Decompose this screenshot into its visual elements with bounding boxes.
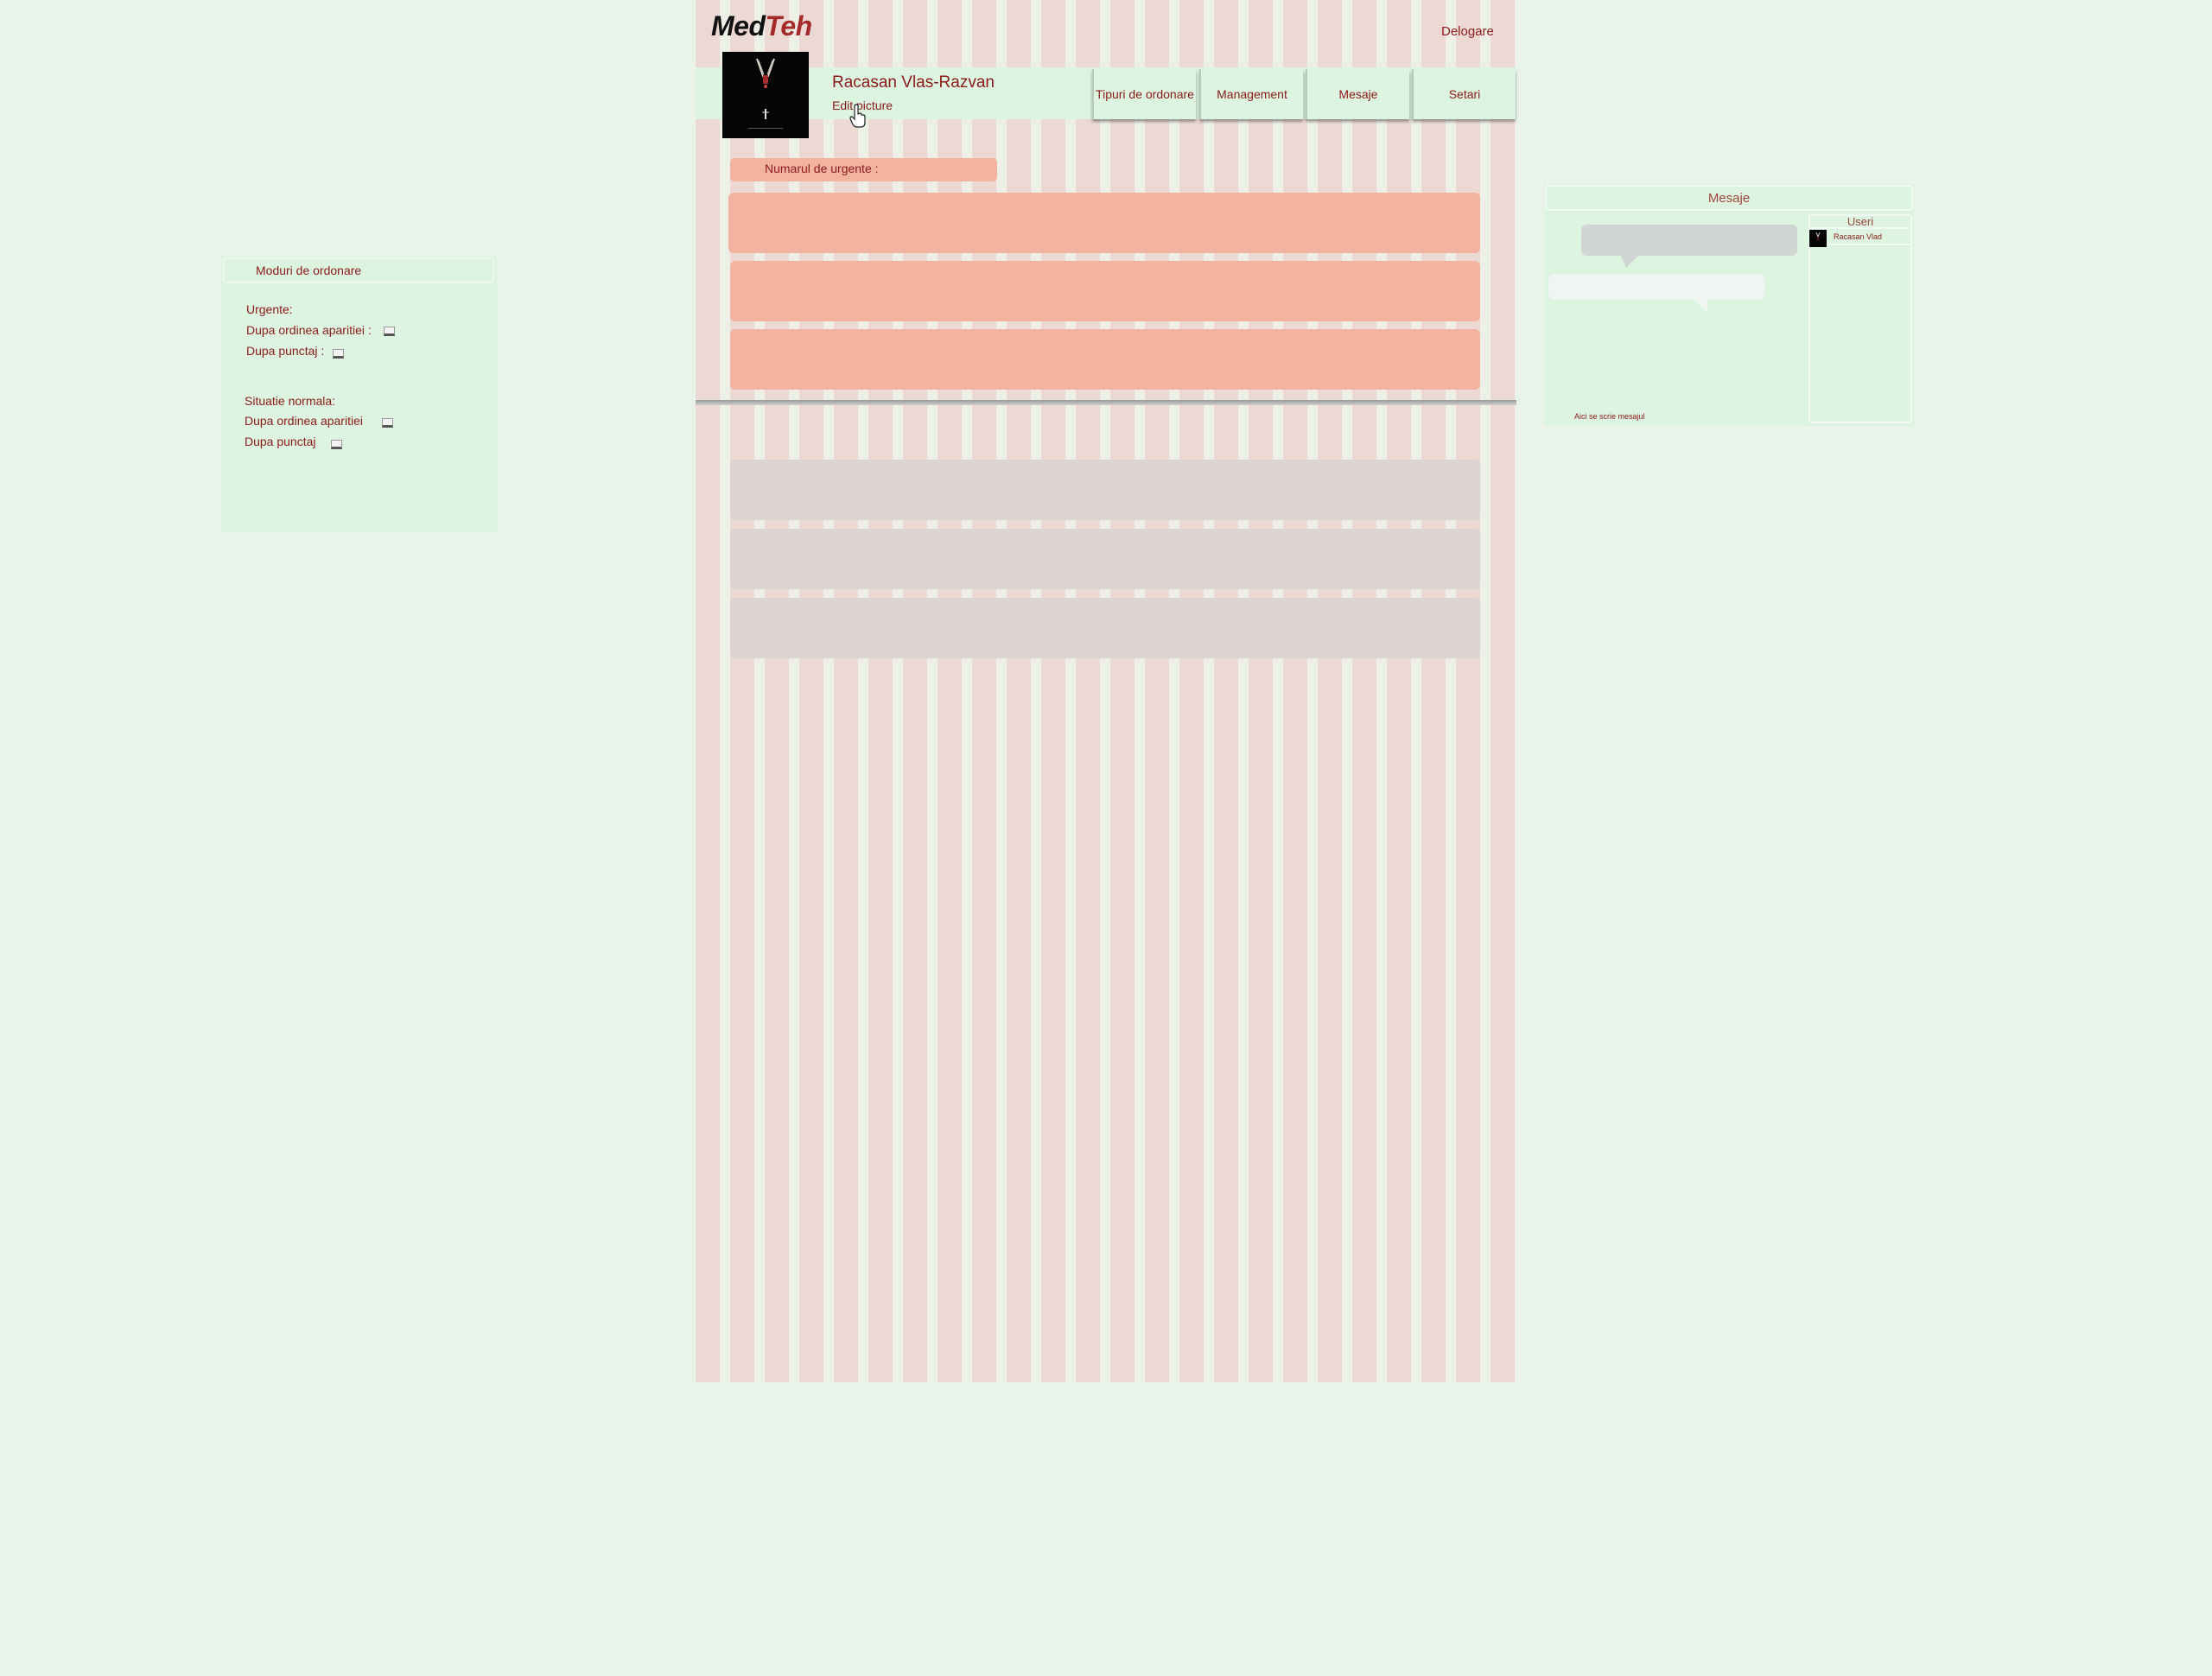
normal-heading: Situatie normala:: [245, 394, 336, 408]
message-bubble-received: [1581, 225, 1797, 256]
normal-case-card[interactable]: [730, 598, 1480, 658]
avatar: [1809, 230, 1827, 247]
urgent-by-score-label: Dupa punctaj :: [246, 344, 325, 358]
bubble-tail: [1621, 256, 1638, 268]
urgent-card[interactable]: [730, 261, 1480, 321]
urgent-count-label: Numarul de urgente :: [730, 158, 997, 181]
message-input[interactable]: Aici se scrie mesajul: [1574, 412, 1645, 421]
urgent-card[interactable]: [730, 329, 1480, 390]
normal-by-order-checkbox[interactable]: [382, 418, 393, 428]
hand-cursor-icon: [849, 104, 866, 128]
users-heading: Useri: [1808, 214, 1912, 229]
sort-panel-title: Moduri de ordonare: [223, 257, 494, 283]
normal-case-card[interactable]: [730, 529, 1480, 589]
nav-setari[interactable]: Setari: [1412, 69, 1516, 119]
normal-by-order-label: Dupa ordinea aparitiei: [245, 414, 363, 428]
bubble-tail: [1694, 300, 1707, 313]
normal-by-score-label: Dupa punctaj: [245, 435, 316, 448]
normal-case-card[interactable]: [730, 460, 1480, 520]
nav-management[interactable]: Management: [1199, 69, 1303, 119]
logout-link[interactable]: Delogare: [1441, 24, 1494, 39]
urgent-card[interactable]: [728, 193, 1480, 253]
urgent-heading: Urgente:: [246, 302, 293, 316]
nav-tipuri-de-ordonare[interactable]: Tipuri de ordonare: [1092, 69, 1196, 119]
profile-picture: [722, 52, 809, 138]
urgent-by-order-label: Dupa ordinea aparitiei :: [246, 323, 372, 337]
medteh-logo: MedTeh: [711, 10, 812, 41]
user-name: Racasan Vlas-Razvan: [832, 73, 995, 92]
urgent-by-score-checkbox[interactable]: [333, 349, 344, 359]
section-divider: [696, 400, 1516, 405]
user-list-item-name: Racasan Vlad: [1834, 232, 1883, 241]
message-bubble-sent: [1548, 274, 1764, 300]
nav-mesaje[interactable]: Mesaje: [1306, 69, 1409, 119]
urgent-by-order-checkbox[interactable]: [384, 327, 395, 336]
messages-title: Mesaje: [1545, 185, 1913, 211]
normal-by-score-checkbox[interactable]: [331, 440, 342, 449]
